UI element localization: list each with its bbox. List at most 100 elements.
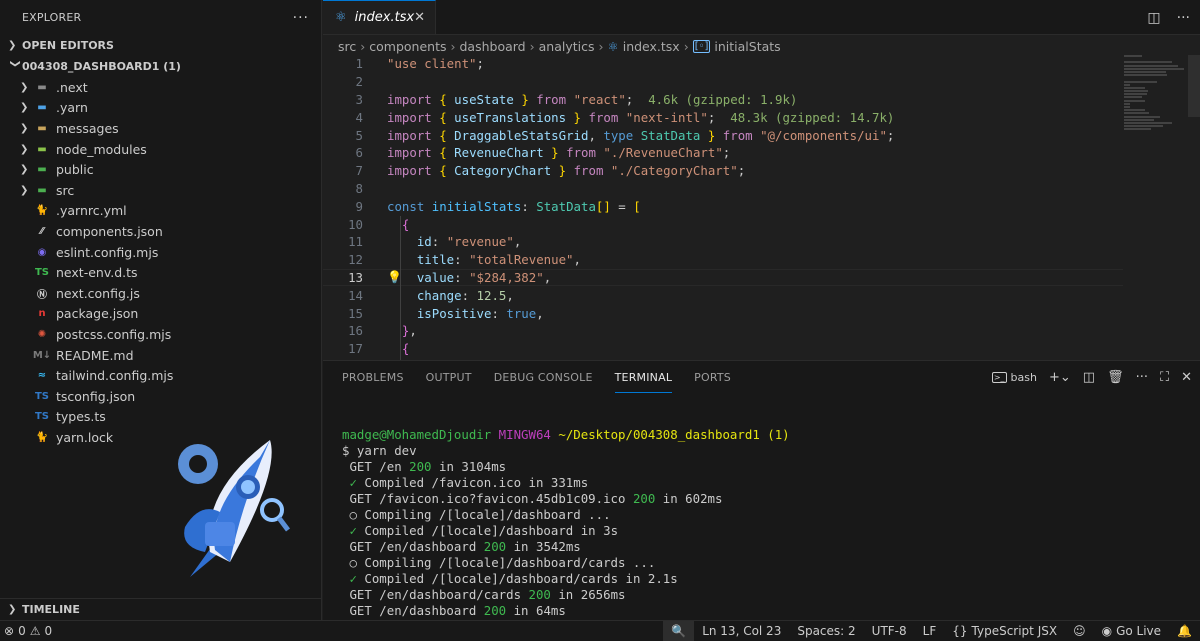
trash-icon[interactable]: 🗑 <box>1107 370 1124 385</box>
tree-file[interactable]: ⁄⁄ components.json <box>0 221 321 242</box>
file-name: yarn.lock <box>56 429 114 445</box>
copilot-icon[interactable]: ☺ <box>1065 621 1094 641</box>
timeline-section[interactable]: ❯ TIMELINE <box>0 598 321 620</box>
minimap[interactable] <box>1124 55 1184 155</box>
close-icon[interactable]: ✕ <box>1181 370 1192 385</box>
terminal-line: ✓ Compiled /[locale]/dashboard/cards in … <box>342 571 678 586</box>
tree-file[interactable]: Ⓝnext.config.js <box>0 283 321 304</box>
editor-scrollbar[interactable] <box>1188 55 1200 117</box>
zoom-icon[interactable]: 🔍 <box>663 621 695 641</box>
ts-icon: TS <box>34 411 50 423</box>
tab-index-tsx[interactable]: ⚛ index.tsx ✕ <box>323 0 436 34</box>
tree-file[interactable]: M↓ README.md <box>0 345 321 366</box>
explorer-sidebar: EXPLORER ··· ❯ OPEN EDITORS ❯ 004308_DAS… <box>0 0 322 620</box>
node-folder-icon: ▬ <box>37 143 47 155</box>
code-line: 14 change: 12.5, <box>348 287 514 303</box>
file-name: eslint.config.mjs <box>56 244 159 260</box>
tree-folder[interactable]: ❯ ▬ src <box>0 180 321 201</box>
chevron-right-icon: ❯ <box>20 164 29 176</box>
indentation[interactable]: Spaces: 2 <box>789 621 863 641</box>
next-folder-icon: ▬ <box>37 81 47 93</box>
tree-file[interactable]: ≈ tailwind.config.mjs <box>0 365 321 386</box>
tab-output[interactable]: OUTPUT <box>426 363 472 392</box>
tree-file[interactable]: TS next-env.d.ts <box>0 262 321 283</box>
problems-indicator[interactable]: ⊗ 0 ⚠ 0 <box>0 624 52 638</box>
language-mode[interactable]: {} TypeScript JSX <box>944 621 1065 641</box>
cursor-position[interactable]: Ln 13, Col 23 <box>694 621 789 641</box>
terminal-line: GET /en/dashboard 200 in 3542ms <box>342 539 581 554</box>
tailwind-icon: ≈ <box>37 370 47 382</box>
json-icon: ⁄⁄ <box>40 225 44 237</box>
yarn-icon: 🐈 <box>35 205 49 217</box>
tree-file[interactable]: ◉ eslint.config.mjs <box>0 242 321 263</box>
breadcrumb-item[interactable]: index.tsx <box>623 39 680 54</box>
breadcrumb-item[interactable]: src <box>338 39 356 54</box>
encoding[interactable]: UTF-8 <box>864 621 915 641</box>
file-name: tailwind.config.mjs <box>56 368 174 384</box>
breadcrumb: src › components › dashboard › analytics › ⚛… <box>338 38 781 54</box>
new-terminal-icon[interactable]: +⌄ <box>1049 370 1071 385</box>
terminal-shell-selector[interactable]: >_ bash <box>991 371 1037 384</box>
terminal-line: ✓ Compiled /favicon.ico in 331ms <box>342 475 589 490</box>
notifications-icon[interactable]: 🔔 <box>1169 621 1200 641</box>
tree-folder[interactable]: ❯ ▬ messages <box>0 118 321 139</box>
file-name: README.md <box>56 347 134 363</box>
breadcrumb-item[interactable]: components <box>369 39 446 54</box>
project-root-label: 004308_DASHBOARD1 (1) <box>22 60 181 73</box>
tree-folder[interactable]: ❯ ▬ node_modules <box>0 139 321 160</box>
code-line: 11 id: "revenue", <box>348 234 522 250</box>
end-of-line[interactable]: LF <box>915 621 945 641</box>
chevron-right-icon: ❯ <box>8 40 17 51</box>
markdown-icon: M↓ <box>32 349 52 361</box>
tab-ports[interactable]: PORTS <box>694 363 731 392</box>
tree-folder[interactable]: ❯ ▬ .yarn <box>0 98 321 119</box>
folder-list: ❯ ▬ .next ❯ ▬ .yarn ❯ ▬ messages ❯ ▬ node_modules ❯ ▬… <box>0 77 321 201</box>
tree-file[interactable]: TS types.ts <box>0 407 321 428</box>
warning-count: 0 <box>44 624 53 638</box>
terminal-line: GET /en 200 in 3104ms <box>342 459 507 474</box>
chevron-right-icon: ❯ <box>8 604 17 615</box>
yarn-folder-icon: ▬ <box>37 102 47 114</box>
yarn-icon: 🐈 <box>35 431 49 443</box>
breadcrumb-item[interactable]: dashboard <box>459 39 525 54</box>
tab-debug-console[interactable]: DEBUG CONSOLE <box>494 363 593 392</box>
error-icon: ⊗ <box>4 624 15 638</box>
code-line: 9 const initialStats: StatData[] = [ <box>355 198 641 214</box>
tree-file[interactable]: n package.json <box>0 304 321 325</box>
error-count: 0 <box>18 624 26 638</box>
terminal-line: ○ Compiling /[locale]/dashboard ... <box>342 507 611 522</box>
close-icon[interactable]: ✕ <box>414 10 425 25</box>
maximize-panel-icon[interactable]: ⛶ <box>1160 370 1169 385</box>
tree-file[interactable]: TS tsconfig.json <box>0 386 321 407</box>
breadcrumb-item[interactable]: analytics <box>539 39 595 54</box>
more-actions-icon[interactable]: ··· <box>293 10 309 26</box>
tree-folder[interactable]: ❯ ▬ public <box>0 159 321 180</box>
go-live-button[interactable]: ◉ Go Live <box>1094 621 1169 641</box>
next-icon: Ⓝ <box>37 289 47 301</box>
file-name: postcss.config.mjs <box>56 326 172 342</box>
folder-name: .yarn <box>56 100 88 116</box>
explorer-title: EXPLORER <box>22 11 82 24</box>
split-terminal-icon[interactable]: ◫ <box>1083 370 1095 385</box>
code-line: 17 { <box>348 341 410 357</box>
more-actions-icon[interactable]: ··· <box>1177 10 1190 26</box>
indent-guide <box>400 216 401 360</box>
code-line-current: 13 💡 value: "$284,382", <box>323 268 1123 287</box>
open-editors-section[interactable]: ❯ OPEN EDITORS <box>0 35 321 56</box>
tree-file[interactable]: 🐈 .yarnrc.yml <box>0 201 321 222</box>
more-actions-icon[interactable]: ··· <box>1136 370 1148 385</box>
tab-label: index.tsx <box>354 10 415 25</box>
tree-folder[interactable]: ❯ ▬ .next <box>0 77 321 98</box>
chevron-right-icon: ❯ <box>20 184 29 196</box>
split-editor-icon[interactable]: ◫ <box>1147 10 1160 26</box>
tab-problems[interactable]: PROBLEMS <box>342 363 404 392</box>
project-root-section[interactable]: ❯ 004308_DASHBOARD1 (1) <box>0 56 321 77</box>
folder-icon: ▬ <box>37 122 47 134</box>
tree-file[interactable]: ✺ postcss.config.mjs <box>0 324 321 345</box>
breadcrumb-item[interactable]: initialStats <box>714 39 780 54</box>
tab-terminal[interactable]: TERMINAL <box>614 363 673 393</box>
folder-name: .next <box>56 79 88 95</box>
terminal-output[interactable]: madge@MohamedDjoudir MINGW64 ~/Desktop/0… <box>342 411 790 635</box>
code-line: 10 { <box>348 216 410 232</box>
code-view[interactable]: 1 "use client"; 2 3 import { useState } fr… <box>323 55 1123 358</box>
